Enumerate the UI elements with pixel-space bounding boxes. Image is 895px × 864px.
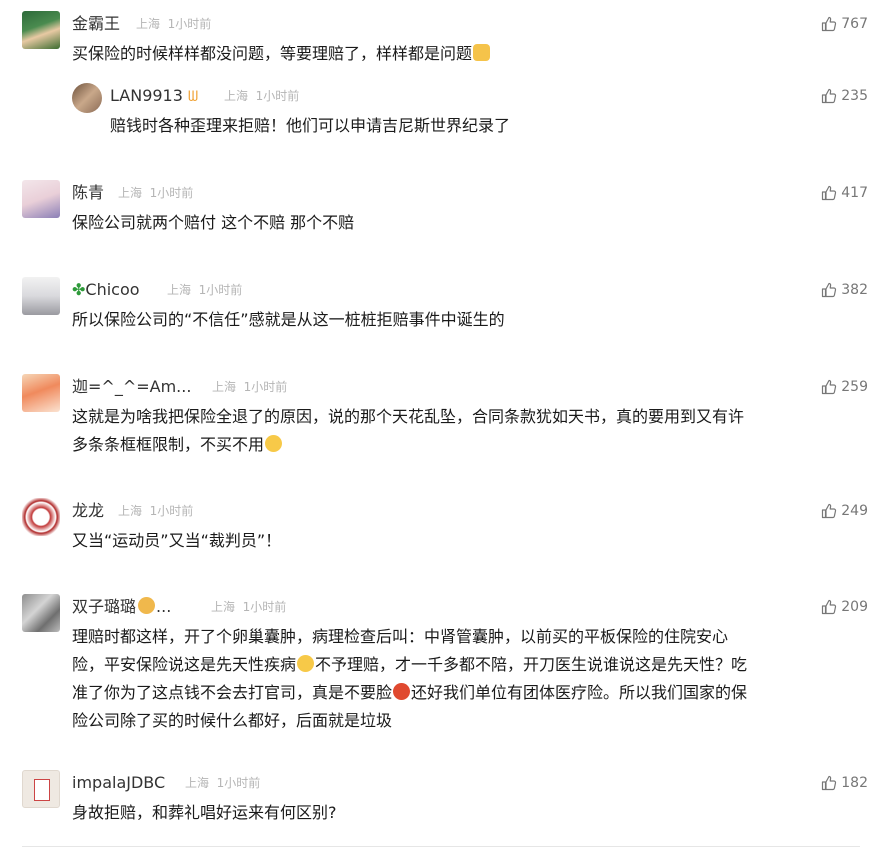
like-button[interactable]: 767 <box>821 14 868 34</box>
comment-text: 买保险的时候样样都没问题，等要理赔了，样样都是问题 <box>72 40 491 68</box>
avatar[interactable] <box>22 11 60 49</box>
like-button[interactable]: 249 <box>821 501 868 521</box>
like-count: 235 <box>841 88 868 104</box>
avatar[interactable] <box>22 770 60 808</box>
thumb-up-icon <box>821 775 837 791</box>
like-count: 259 <box>841 379 868 395</box>
username[interactable]: 陈青 <box>72 183 104 203</box>
thumb-up-icon <box>821 88 837 104</box>
avatar-card-graphic <box>34 779 50 801</box>
timestamp: 1小时前 <box>167 17 212 31</box>
location: 上海 <box>185 776 210 790</box>
comment-text: 身故拒赔，和葬礼唱好运来有何区别? <box>72 803 337 822</box>
location: 上海 <box>118 504 143 518</box>
comment-text: 赔钱时各种歪理来拒赔！他们可以申请吉尼斯世界纪录了 <box>110 116 511 135</box>
timestamp: 1小时前 <box>255 89 300 103</box>
like-count: 382 <box>841 282 868 298</box>
comment-text: 又当“运动员”又当“裁判员”！ <box>72 531 282 550</box>
username[interactable]: LAN9913 ᗯ <box>110 86 198 107</box>
meta: 上海 1小时前 <box>167 280 242 300</box>
comment-text: 所以保险公司的“不信任”感就是从这一桩桩拒赔事件中诞生的 <box>72 310 505 329</box>
thumb-up-icon <box>821 379 837 395</box>
avatar[interactable] <box>22 180 60 218</box>
location: 上海 <box>167 283 192 297</box>
timestamp: 1小时前 <box>149 186 194 200</box>
like-count: 182 <box>841 775 868 791</box>
location: 上海 <box>118 186 143 200</box>
location: 上海 <box>211 600 236 614</box>
meta: 上海 1小时前 <box>136 14 211 34</box>
username[interactable]: 迦=^_^=Am... <box>72 377 191 397</box>
username[interactable]: 双子璐璐... <box>72 597 171 617</box>
meta: 上海 1小时前 <box>118 501 193 521</box>
username[interactable]: impalaJDBC <box>72 773 165 793</box>
avatar[interactable] <box>22 498 60 536</box>
timestamp: 1小时前 <box>242 600 287 614</box>
comment-text: 这就是为啥我把保险全退了的原因，说的那个天花乱坠，合同条款犹如天书，真的要用到又… <box>72 407 745 454</box>
location: 上海 <box>136 17 161 31</box>
username[interactable]: 龙龙 <box>72 501 104 521</box>
like-button[interactable]: 259 <box>821 377 868 397</box>
avatar[interactable] <box>22 374 60 412</box>
thinking-emoji-icon <box>265 435 283 452</box>
like-button[interactable]: 417 <box>821 183 868 203</box>
like-count: 767 <box>841 16 868 32</box>
thumb-up-icon <box>821 16 837 32</box>
avatar[interactable] <box>72 83 102 113</box>
meta: 上海 1小时前 <box>211 597 286 617</box>
thumb-up-icon <box>821 503 837 519</box>
thumb-up-icon <box>821 185 837 201</box>
comment-text: 保险公司就两个赔付 这个不赔 那个不赔 <box>72 213 355 232</box>
like-count: 417 <box>841 185 868 201</box>
username[interactable]: 金霸王 <box>72 14 120 34</box>
laughing-emoji-icon <box>297 655 315 672</box>
person-emoji-icon <box>138 597 156 614</box>
avatar[interactable] <box>22 594 60 632</box>
username[interactable]: ✤Chicoo <box>72 280 140 300</box>
meta: 上海 1小时前 <box>118 183 193 203</box>
meta: 上海 1小时前 <box>185 773 260 793</box>
like-count: 209 <box>841 599 868 615</box>
thumb-up-icon <box>821 282 837 298</box>
clover-icon: ✤ <box>72 280 86 299</box>
like-button[interactable]: 235 <box>821 86 868 106</box>
avatar[interactable] <box>22 277 60 315</box>
meta: 上海 1小时前 <box>224 86 299 106</box>
comment-text: 理赔时都这样，开了个卵巢囊肿，病理检查后叫：中肾管囊肿，以前买的平板保险的住院安… <box>72 627 748 730</box>
location: 上海 <box>212 380 237 394</box>
divider <box>22 846 860 847</box>
like-button[interactable]: 182 <box>821 773 868 793</box>
timestamp: 1小时前 <box>243 380 288 394</box>
location: 上海 <box>224 89 249 103</box>
thumb-up-icon <box>821 599 837 615</box>
timestamp: 1小时前 <box>149 504 194 518</box>
like-count: 249 <box>841 503 868 519</box>
cat-emoji-icon <box>473 44 491 61</box>
like-button[interactable]: 382 <box>821 280 868 300</box>
angry-emoji-icon <box>393 683 411 700</box>
vip-badge-icon: ᗯ <box>188 89 199 105</box>
meta: 上海 1小时前 <box>212 377 287 397</box>
timestamp: 1小时前 <box>216 776 261 790</box>
timestamp: 1小时前 <box>198 283 243 297</box>
like-button[interactable]: 209 <box>821 597 868 617</box>
